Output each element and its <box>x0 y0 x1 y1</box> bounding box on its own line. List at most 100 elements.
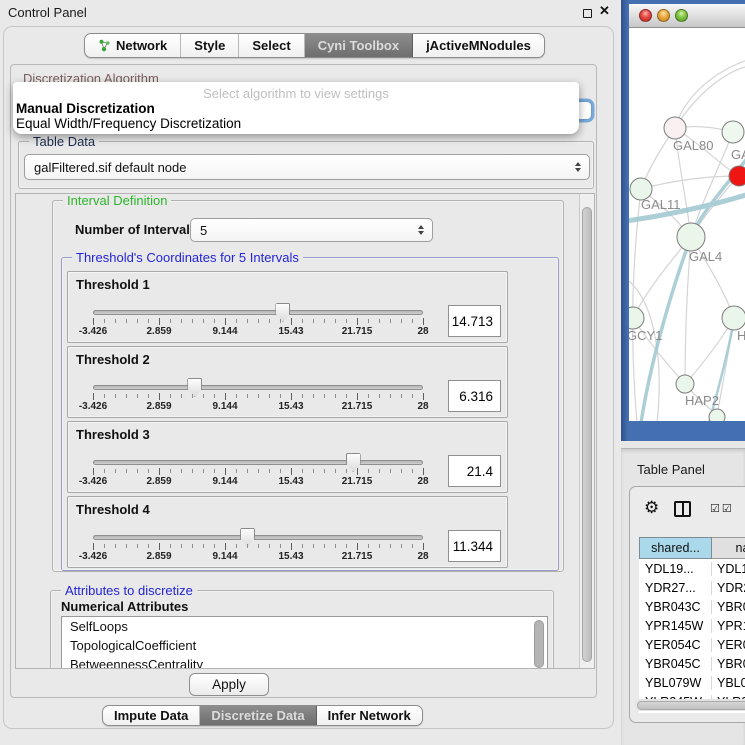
tab-select[interactable]: Select <box>239 34 304 57</box>
network-canvas[interactable]: GAL80 GA GAL11 GAL4 GCY1 H HAP2 <box>629 28 745 421</box>
cyni-mode-tabs: Impute Data Discretize Data Infer Networ… <box>102 705 423 726</box>
panel-scrollbar[interactable] <box>579 194 594 668</box>
node-h[interactable] <box>722 306 745 330</box>
threshold-3-slider[interactable]: -3.4262.8599.14415.4321.71528 <box>93 450 423 490</box>
numerical-attributes-list[interactable]: SelfLoops TopologicalCoefficient Between… <box>61 616 548 669</box>
combo-stepper-icon <box>418 225 424 235</box>
table-data-combo[interactable]: galFiltered.sif default node <box>24 154 590 180</box>
network-nodes <box>629 117 745 421</box>
svg-text:GAL80: GAL80 <box>673 138 713 153</box>
threshold-4-panel: Threshold 4 -3.4262.8599.14415.4321.7152… <box>67 496 508 568</box>
column-layout-icon[interactable] <box>674 501 691 517</box>
tab-impute-data[interactable]: Impute Data <box>103 706 200 725</box>
thresholds-group-title: Threshold's Coordinates for 5 Intervals <box>72 250 303 265</box>
table-row[interactable]: YBL079WYBL0 <box>639 673 745 692</box>
attributes-group: Attributes to discretize Numerical Attri… <box>50 590 554 669</box>
threshold-1-value-field[interactable]: 14.713 <box>448 305 501 337</box>
minimize-traffic-light-icon[interactable] <box>657 9 670 22</box>
svg-text:HAP2: HAP2 <box>685 393 719 408</box>
table-horizontal-scrollbar[interactable] <box>635 699 745 711</box>
table-row[interactable]: YPR145WYPR1 <box>639 616 745 635</box>
tab-network[interactable]: Network <box>85 34 181 57</box>
table-data-group: Table Data galFiltered.sif default node <box>18 141 594 189</box>
number-of-intervals-combo[interactable]: 5 <box>190 218 433 242</box>
close-icon[interactable]: ✕ <box>599 3 610 19</box>
node-gcy1[interactable] <box>629 307 644 329</box>
dropdown-option-equal-width-frequency[interactable]: Equal Width/Frequency Discretization <box>16 116 241 131</box>
attributes-group-title: Attributes to discretize <box>61 583 197 598</box>
apply-button[interactable]: Apply <box>189 673 269 696</box>
list-scrollbar[interactable] <box>534 620 544 668</box>
numerical-attributes-label: Numerical Attributes <box>61 599 188 614</box>
table-row[interactable]: YDR27...YDR2 <box>639 578 745 597</box>
tab-jactivemnodules[interactable]: jActiveMNodules <box>413 34 544 57</box>
network-icon <box>98 39 111 52</box>
threshold-2-panel: Threshold 2 -3.4262.8599.14415.4321.7152… <box>67 346 508 418</box>
screen: Control Panel ✕ Network Style Select Cyn… <box>0 0 745 745</box>
slider-track <box>93 310 423 315</box>
zoom-traffic-light-icon[interactable] <box>675 9 688 22</box>
svg-text:GAL11: GAL11 <box>641 197 681 212</box>
table-panel: Table Panel ⚙ ☑☑ shared... na YDL19...YD… <box>621 448 745 745</box>
select-columns-icon[interactable]: ☑☑ <box>710 502 734 515</box>
node-selected-red[interactable] <box>729 166 745 186</box>
float-window-icon[interactable] <box>583 9 592 18</box>
control-panel-tabs: Network Style Select Cyni Toolbox jActiv… <box>84 33 545 58</box>
table-data-group-title: Table Data <box>29 134 99 149</box>
column-header-shared[interactable]: shared... <box>639 537 712 559</box>
threshold-3-panel: Threshold 3 -3.4262.8599.14415.4321.7152… <box>67 421 508 493</box>
node-gal80[interactable] <box>664 117 686 139</box>
svg-text:GAL4: GAL4 <box>689 249 722 264</box>
threshold-2-value-field[interactable]: 6.316 <box>448 380 501 412</box>
table-row[interactable]: YER054CYER0 <box>639 635 745 654</box>
node-top-right[interactable] <box>722 121 744 143</box>
tab-style[interactable]: Style <box>181 34 239 57</box>
table-row[interactable]: YIL052CYIL0 <box>639 711 745 713</box>
control-panel-window: Control Panel ✕ Network Style Select Cyn… <box>0 0 621 745</box>
table-row[interactable]: YBR043CYBR0 <box>639 597 745 616</box>
table-frame: ⚙ ☑☑ shared... na YDL19...YDL1 YDR27...Y… <box>629 486 745 723</box>
number-of-intervals-label: Number of Intervals <box>75 222 197 237</box>
interval-definition-group: Interval Definition Number of Intervals … <box>52 200 564 572</box>
list-item[interactable]: SelfLoops <box>62 617 547 636</box>
dropdown-option-manual-discretization[interactable]: Manual Discretization <box>16 101 155 116</box>
list-item[interactable]: BetweennessCentrality <box>62 655 547 669</box>
threshold-4-slider[interactable]: -3.4262.8599.14415.4321.71528 <box>93 525 423 565</box>
panel-scrollbar-thumb[interactable] <box>582 207 592 662</box>
window-title: Control Panel <box>8 5 87 20</box>
tab-cyni-toolbox[interactable]: Cyni Toolbox <box>305 34 413 57</box>
tab-discretize-data[interactable]: Discretize Data <box>200 706 316 725</box>
slider-track <box>93 535 423 540</box>
tab-infer-network[interactable]: Infer Network <box>317 706 422 725</box>
threshold-3-value-field[interactable]: 21.4 <box>448 455 501 487</box>
control-panel-titlebar: Control Panel ✕ <box>0 0 621 24</box>
gear-icon[interactable]: ⚙ <box>644 498 659 518</box>
thresholds-group: Threshold's Coordinates for 5 Intervals … <box>61 257 559 571</box>
network-node-labels: GAL80 GA GAL11 GAL4 GCY1 H HAP2 <box>629 138 745 408</box>
svg-text:GA: GA <box>731 147 745 162</box>
threshold-1-slider[interactable]: -3.4262.8599.14415.4321.71528 <box>93 300 423 340</box>
network-view-window: GAL80 GA GAL11 GAL4 GCY1 H HAP2 <box>621 0 745 441</box>
svg-text:GCY1: GCY1 <box>629 328 662 343</box>
node-bottom-partial[interactable] <box>709 409 725 421</box>
cyni-toolbox-panel: Discretization Algorithm Select algorith… <box>10 64 597 698</box>
node-hap2[interactable] <box>676 375 694 393</box>
close-traffic-light-icon[interactable] <box>639 9 652 22</box>
table-panel-title: Table Panel <box>637 462 705 477</box>
table-row[interactable]: YBR045CYBR0 <box>639 654 745 673</box>
slider-track <box>93 460 423 465</box>
combo-stepper-icon <box>575 162 581 172</box>
network-window-titlebar <box>629 4 745 28</box>
table-row[interactable]: YDL19...YDL1 <box>639 559 745 578</box>
threshold-4-value-field[interactable]: 11.344 <box>448 530 501 562</box>
threshold-2-slider[interactable]: -3.4262.8599.14415.4321.71528 <box>93 375 423 415</box>
node-gal4[interactable] <box>677 223 705 251</box>
svg-text:H: H <box>737 328 745 343</box>
column-header-name[interactable]: na <box>712 537 745 559</box>
interval-definition-group-title: Interval Definition <box>63 193 171 208</box>
dropdown-hint: Select algorithm to view settings <box>13 86 579 101</box>
table-body: YDL19...YDL1 YDR27...YDR2 YBR043CYBR0 YP… <box>639 559 745 713</box>
list-item[interactable]: TopologicalCoefficient <box>62 636 547 655</box>
table-horizontal-scrollbar-thumb[interactable] <box>637 701 745 710</box>
slider-track <box>93 385 423 390</box>
